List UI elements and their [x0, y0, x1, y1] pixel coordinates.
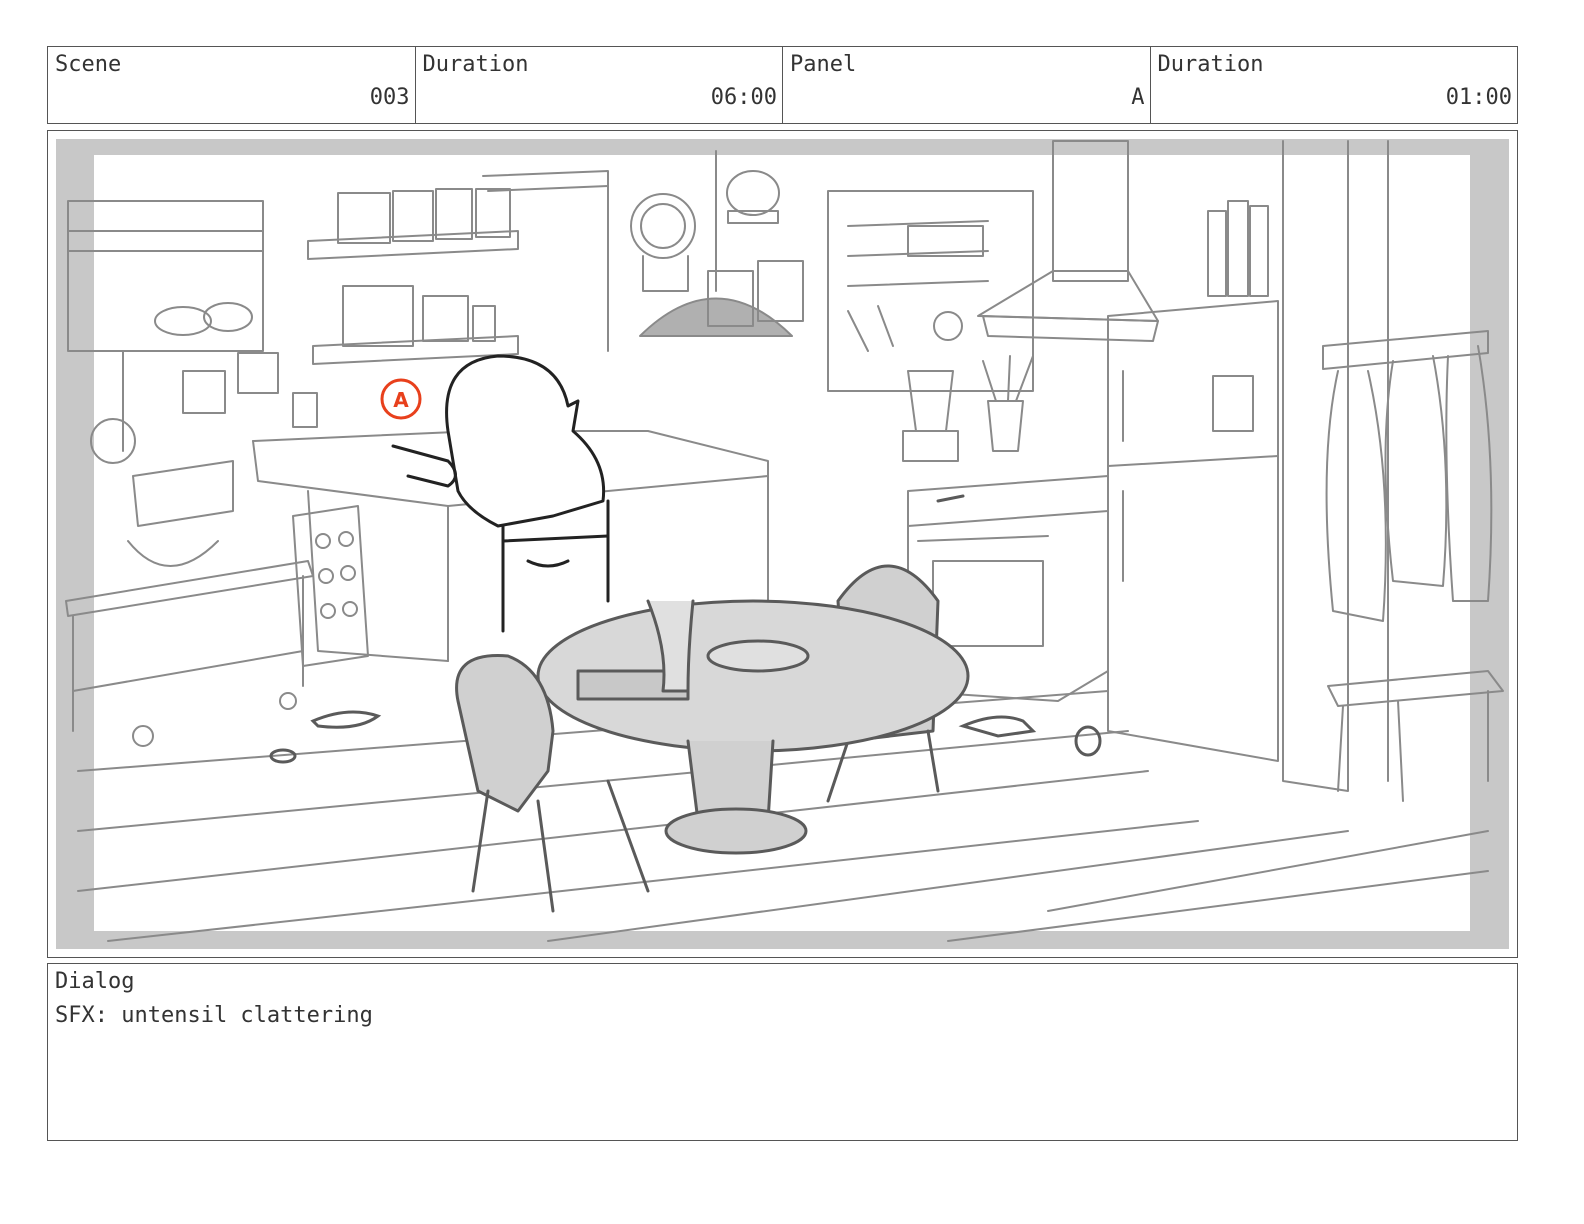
kitchen-sketch-illustration: A [56, 139, 1509, 949]
scene-number: 003 [369, 85, 410, 110]
panel-id: A [1131, 85, 1145, 110]
scene-duration-cell: Duration 06:00 [416, 47, 783, 123]
scene-duration-value: 06:00 [710, 85, 777, 110]
panel-cell: Panel A [783, 47, 1151, 123]
panel-duration-cell: Duration 01:00 [1151, 47, 1518, 123]
panel-marker-letter: A [393, 388, 409, 412]
scene-cell: Scene 003 [48, 47, 416, 123]
panel-duration-value: 01:00 [1445, 85, 1512, 110]
panel-info-header: Scene 003 Duration 06:00 Panel A Duratio… [47, 46, 1518, 124]
storyboard-frame: A [47, 130, 1518, 958]
panel-duration-label: Duration [1157, 52, 1264, 77]
scene-label: Scene [55, 52, 122, 77]
dialog-label: Dialog [55, 969, 135, 994]
scene-duration-label: Duration [422, 52, 529, 77]
panel-label: Panel [790, 52, 857, 77]
dialog-box: Dialog SFX: untensil clattering [47, 963, 1518, 1141]
dialog-text: SFX: untensil clattering [55, 1003, 373, 1028]
